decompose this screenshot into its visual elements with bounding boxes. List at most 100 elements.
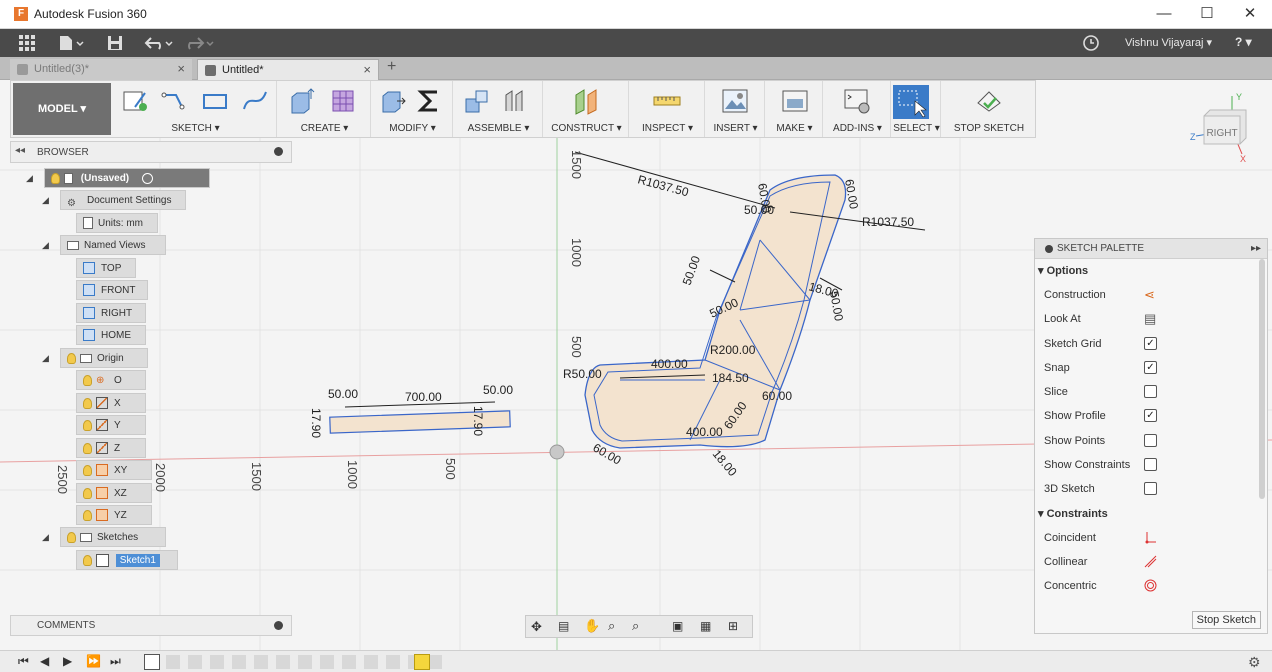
user-account-menu[interactable]: Vishnu Vijayaraj ▾	[1125, 36, 1212, 49]
viewports-icon[interactable]: ⊞	[728, 619, 738, 633]
create-sketch-icon[interactable]	[121, 87, 149, 115]
minimize-button[interactable]: —	[1149, 4, 1179, 24]
timeline-active-feature-icon[interactable]	[414, 654, 430, 670]
option-checkbox[interactable]	[1144, 482, 1157, 496]
palette-header[interactable]: SKETCH PALETTE ▸▸	[1035, 239, 1267, 259]
pan-icon[interactable]: ✋	[584, 618, 600, 634]
orbit-icon[interactable]: ✥	[531, 619, 542, 635]
select-menu[interactable]: SELECT ▾	[893, 123, 940, 134]
option-checkbox[interactable]	[1144, 433, 1157, 447]
go-to-end-icon[interactable]: ⏭	[110, 654, 121, 669]
palette-option[interactable]: Look At ▤	[1035, 307, 1267, 331]
sketch-group[interactable]: SKETCH ▾	[115, 81, 277, 137]
new-component-icon[interactable]	[463, 87, 491, 115]
constraint-coincident[interactable]: Coincident	[1035, 526, 1267, 550]
constraint-concentric[interactable]: Concentric	[1035, 574, 1267, 598]
measure-icon[interactable]	[653, 87, 681, 115]
visibility-bulb-icon[interactable]	[83, 509, 92, 521]
visibility-bulb-icon[interactable]	[51, 172, 60, 184]
construct-group[interactable]: CONSTRUCT ▾	[545, 81, 629, 137]
visibility-bulb-icon[interactable]	[83, 554, 92, 566]
inspect-group[interactable]: INSPECT ▾	[631, 81, 705, 137]
concentric-icon[interactable]	[1144, 579, 1157, 592]
play-icon[interactable]: ▶	[63, 654, 72, 668]
tab-close-icon[interactable]: ×	[177, 59, 185, 79]
expand-triangle-icon[interactable]: ◢	[42, 527, 49, 547]
step-back-icon[interactable]: ◀	[40, 654, 49, 668]
expand-triangle-icon[interactable]: ◢	[42, 348, 49, 368]
assemble-group[interactable]: ASSEMBLE ▾	[455, 81, 543, 137]
create-group[interactable]: CREATE ▾	[279, 81, 371, 137]
grid-icon[interactable]	[18, 34, 36, 52]
coincident-icon[interactable]	[1144, 531, 1157, 544]
job-status-icon[interactable]	[1082, 34, 1100, 52]
save-icon[interactable]	[106, 34, 124, 52]
tab-close-icon[interactable]: ×	[363, 60, 371, 80]
stop-sketch-icon[interactable]	[975, 87, 1003, 115]
make-menu[interactable]: MAKE ▾	[767, 123, 822, 134]
display-settings-icon[interactable]: ▣	[672, 619, 683, 633]
joint-icon[interactable]	[501, 87, 529, 115]
stop-sketch-group[interactable]: STOP SKETCH	[943, 81, 1035, 137]
viewcube[interactable]: RIGHT Y Z X	[1190, 92, 1260, 162]
grid-settings-icon[interactable]: ▦	[700, 619, 711, 633]
select-group[interactable]: SELECT ▾	[893, 81, 941, 137]
undo-icon[interactable]	[143, 34, 175, 52]
expand-triangle-icon[interactable]: ◢	[42, 235, 49, 255]
add-ins-menu[interactable]: ADD-INS ▾	[825, 123, 890, 134]
option-checkbox[interactable]	[1144, 458, 1157, 472]
workspace-switcher[interactable]: MODEL ▾	[13, 83, 111, 135]
visibility-bulb-icon[interactable]	[83, 397, 92, 409]
go-to-start-icon[interactable]: ⏮	[18, 654, 29, 669]
close-button[interactable]: ✕	[1235, 4, 1265, 24]
palette-options-icon[interactable]	[1045, 245, 1053, 253]
look-at-icon[interactable]: ▤	[558, 619, 569, 633]
sketch-menu[interactable]: SKETCH ▾	[115, 123, 276, 134]
construction-icon[interactable]: ⋖	[1144, 288, 1157, 301]
palette-option[interactable]: Slice	[1035, 380, 1267, 404]
tab-untitled[interactable]: Untitled* ×	[197, 59, 379, 80]
pattern-icon[interactable]	[329, 87, 357, 115]
expand-triangle-icon[interactable]: ◢	[42, 190, 49, 210]
option-checkbox[interactable]: ✓	[1144, 360, 1157, 374]
make-group[interactable]: MAKE ▾	[767, 81, 823, 137]
line-icon[interactable]	[161, 87, 189, 115]
spline-icon[interactable]	[241, 87, 269, 115]
palette-option[interactable]: 3D Sketch	[1035, 477, 1267, 501]
constraint-collinear[interactable]: Collinear	[1035, 550, 1267, 574]
sigma-icon[interactable]	[415, 87, 443, 115]
collinear-icon[interactable]	[1144, 555, 1157, 568]
stop-sketch-button[interactable]: STOP SKETCH	[943, 123, 1035, 134]
visibility-bulb-icon[interactable]	[83, 487, 92, 499]
look-at-icon[interactable]: ▤	[1144, 312, 1157, 325]
rectangle-icon[interactable]	[201, 87, 229, 115]
construct-menu[interactable]: CONSTRUCT ▾	[545, 123, 628, 134]
visibility-bulb-icon[interactable]	[67, 352, 76, 364]
add-comment-icon[interactable]	[274, 621, 283, 630]
palette-option[interactable]: Construction ⋖	[1035, 283, 1267, 307]
help-menu[interactable]: ? ▾	[1235, 35, 1252, 49]
scripts-icon[interactable]	[843, 87, 871, 115]
maximize-button[interactable]: ☐	[1192, 4, 1222, 24]
inspect-menu[interactable]: INSPECT ▾	[631, 123, 704, 134]
stop-sketch-palette-button[interactable]: Stop Sketch	[1191, 611, 1261, 629]
select-icon[interactable]	[893, 85, 929, 119]
browser-panel-header[interactable]: ◂◂ BROWSER	[10, 141, 292, 163]
timeline-sketch-icon[interactable]	[144, 654, 160, 670]
collapse-panel-icon[interactable]: ◂◂	[15, 145, 25, 156]
visibility-bulb-icon[interactable]	[83, 419, 92, 431]
visibility-bulb-icon[interactable]	[83, 464, 92, 476]
visibility-bulb-icon[interactable]	[83, 374, 92, 386]
palette-option[interactable]: Show Profile ✓	[1035, 404, 1267, 428]
step-forward-icon[interactable]: ⏩	[86, 654, 101, 668]
insert-group[interactable]: INSERT ▾	[707, 81, 765, 137]
modify-group[interactable]: MODIFY ▾	[373, 81, 453, 137]
create-menu[interactable]: CREATE ▾	[279, 123, 370, 134]
offset-plane-icon[interactable]	[573, 87, 601, 115]
add-ins-group[interactable]: ADD-INS ▾	[825, 81, 891, 137]
3d-print-icon[interactable]	[781, 87, 809, 115]
constraints-section-header[interactable]: ▾ Constraints	[1035, 502, 1267, 526]
visibility-bulb-icon[interactable]	[83, 442, 92, 454]
palette-option[interactable]: Show Points	[1035, 429, 1267, 453]
tab-untitled-3[interactable]: Untitled(3)* ×	[10, 59, 192, 80]
